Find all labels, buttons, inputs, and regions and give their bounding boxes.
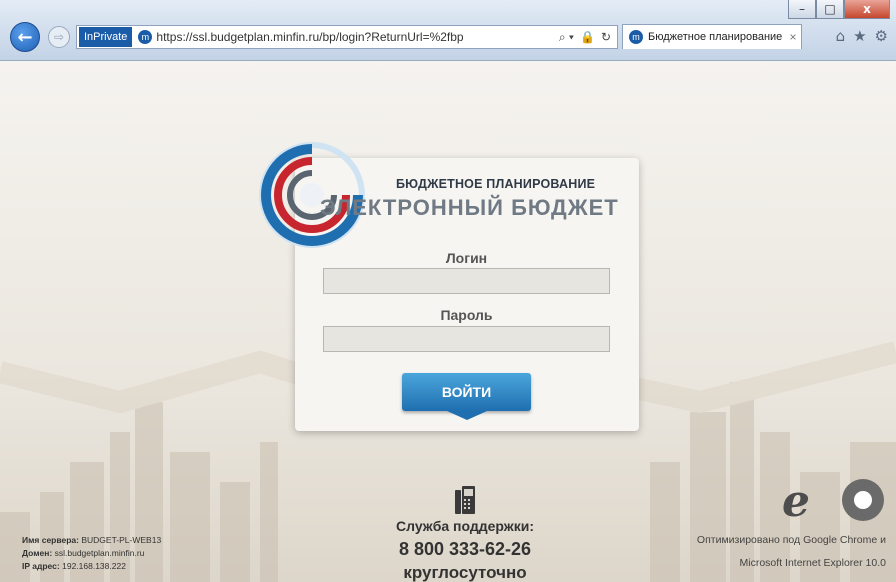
login-label: Логин <box>445 250 488 266</box>
password-label: Пароль <box>440 307 493 323</box>
server-name-label: Имя сервера: <box>22 535 79 545</box>
address-tools: ⌕ ▾ 🔒 ↻ <box>559 30 617 45</box>
optimized-line2: Microsoft Internet Explorer 10.0 <box>739 557 886 569</box>
forward-arrow-icon[interactable]: ⇨ <box>48 26 70 48</box>
tab-close-icon[interactable]: × <box>785 30 801 44</box>
server-name-value: BUDGET-PL-WEB13 <box>81 535 162 545</box>
toolbar-icons: ⌂ ★ ⚙ <box>836 27 888 45</box>
server-domain: Домен: ssl.budgetplan.minfin.ru <box>22 548 144 558</box>
server-domain-label: Домен: <box>22 548 53 558</box>
tab-title: Бюджетное планирование <box>648 31 783 43</box>
inprivate-badge: InPrivate <box>79 27 133 47</box>
browser-toolbar: – □ x ← ⇨ InPrivate m https://ssl.budget… <box>0 0 896 61</box>
submit-button-pointer <box>447 411 487 420</box>
server-ip: IP адрес: 192.168.138.222 <box>22 561 126 571</box>
phone-icon <box>455 486 475 514</box>
login-submit-button[interactable]: ВОЙТИ <box>402 373 531 411</box>
home-icon[interactable]: ⌂ <box>836 27 846 45</box>
favorites-star-icon[interactable]: ★ <box>853 27 866 45</box>
support-title: Служба поддержки: <box>396 518 534 534</box>
maximize-button[interactable]: □ <box>816 0 844 19</box>
browser-tab[interactable]: m Бюджетное планирование × <box>622 24 802 49</box>
optimized-line1: Оптимизировано под Google Chrome и <box>696 534 886 546</box>
server-ip-label: IP адрес: <box>22 561 60 571</box>
lock-icon[interactable]: 🔒 <box>580 30 595 45</box>
brand-subtitle: БЮДЖЕТНОЕ ПЛАНИРОВАНИЕ <box>396 177 596 191</box>
chrome-logo-icon <box>842 479 884 521</box>
settings-gear-icon[interactable]: ⚙ <box>875 27 888 45</box>
window-controls: – □ x <box>788 0 890 19</box>
address-bar[interactable]: InPrivate m https://ssl.budgetplan.minfi… <box>76 25 618 49</box>
ie-logo-icon: e <box>782 476 810 527</box>
close-window-button[interactable]: x <box>844 0 890 19</box>
site-favicon-icon: m <box>629 30 643 44</box>
url-text[interactable]: https://ssl.budgetplan.minfin.ru/bp/logi… <box>156 30 558 44</box>
brand-title: ЭЛЕКТРОННЫЙ БЮДЖЕТ <box>320 195 619 220</box>
back-arrow-icon[interactable]: ← <box>10 22 40 52</box>
site-favicon-icon: m <box>138 30 153 44</box>
server-ip-value: 192.168.138.222 <box>62 561 126 571</box>
search-icon[interactable]: ⌕ ▾ <box>559 30 574 45</box>
server-domain-value: ssl.budgetplan.minfin.ru <box>54 548 145 558</box>
login-input[interactable] <box>323 268 610 294</box>
server-name: Имя сервера: BUDGET-PL-WEB13 <box>22 535 161 545</box>
minimize-button[interactable]: – <box>788 0 816 19</box>
password-input[interactable] <box>323 326 610 352</box>
support-phone: 8 800 333-62-26 <box>398 539 532 559</box>
support-hours: круглосуточно <box>403 563 527 582</box>
page-body: БЮДЖЕТНОЕ ПЛАНИРОВАНИЕ ЭЛЕКТРОННЫЙ БЮДЖЕ… <box>0 61 896 582</box>
refresh-icon[interactable]: ↻ <box>601 30 611 45</box>
